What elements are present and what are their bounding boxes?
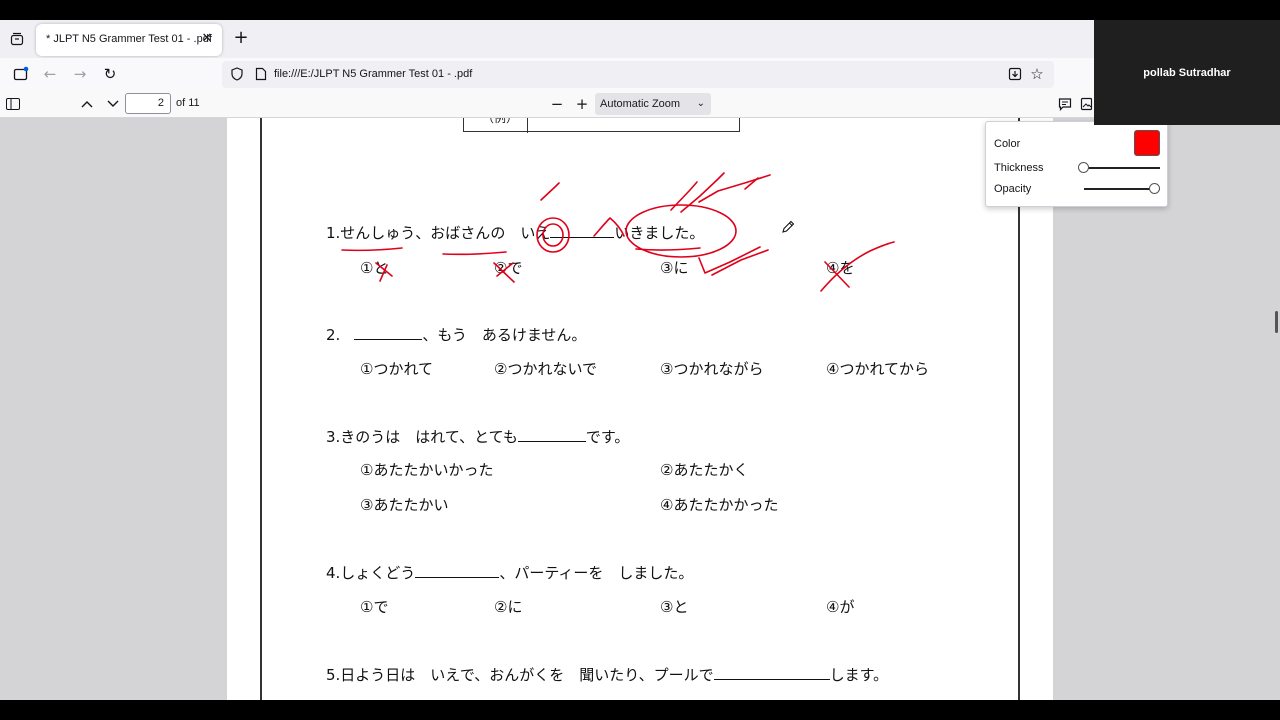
active-tab[interactable]: * JLPT N5 Grammer Test 01 - .pdf ✕	[36, 24, 222, 56]
navigation-bar: ← → ↻ file:///E:/JLPT N5 Grammer Test 01…	[0, 58, 1094, 90]
question-1-option-4: ④を	[826, 259, 855, 277]
question-1-tail: いきました。	[614, 224, 705, 242]
presenter-name: pollab Sutradhar	[1143, 67, 1231, 79]
bookmark-star-icon[interactable]: ☆	[1028, 65, 1046, 83]
tab-list-icon[interactable]	[6, 28, 28, 50]
close-tab-icon[interactable]: ✕	[198, 30, 216, 48]
sidebar-toggle-icon[interactable]	[12, 65, 30, 83]
back-arrow-icon[interactable]: ←	[41, 65, 59, 83]
question-1: 1.せんしゅう、おばさんの いえ いきました。	[326, 222, 704, 243]
opacity-slider-knob[interactable]	[1149, 183, 1160, 194]
example-label: （例）	[482, 118, 519, 125]
download-icon[interactable]	[1006, 65, 1024, 83]
question-4-stem: 4.しょくどう	[326, 564, 416, 582]
url-text: file:///E:/JLPT N5 Grammer Test 01 - .pd…	[274, 68, 473, 80]
question-4-blank	[415, 564, 500, 578]
question-5-tail: します。	[829, 666, 889, 684]
thickness-slider-knob[interactable]	[1078, 162, 1089, 173]
question-1-option-1: ①と	[360, 259, 389, 277]
page-border-left	[260, 118, 262, 700]
tab-title: * JLPT N5 Grammer Test 01 - .pdf	[46, 33, 212, 45]
question-3-blank	[517, 428, 586, 442]
presenter-video-tile: pollab Sutradhar	[1094, 20, 1280, 125]
question-5: 5.日よう日は いえで、おんがくを 聞いたり、プールで します。	[326, 664, 888, 685]
question-3-tail: です。	[585, 428, 630, 446]
pencil-cursor-icon	[782, 220, 795, 233]
question-2-option-4: ④つかれてから	[826, 360, 929, 378]
question-1-option-2: ②で	[494, 259, 523, 277]
chevron-down-icon: ⌄	[696, 98, 705, 109]
ink-editor-panel: Color Thickness Opacity	[985, 121, 1168, 207]
question-2-number: 2.	[326, 326, 341, 344]
question-2-option-1: ①つかれて	[360, 360, 433, 378]
page-count: of 11	[176, 97, 200, 109]
question-3-option-2: ②あたたかく	[660, 461, 749, 479]
question-1-stem: 1.せんしゅう、おばさんの いえ	[326, 224, 551, 242]
question-3-option-4: ④あたたかかった	[660, 496, 779, 514]
shield-icon[interactable]	[228, 65, 246, 83]
question-2-blank	[354, 326, 423, 340]
question-3-stem: 3.きのうは はれて、とても	[326, 428, 518, 446]
question-4-option-1: ①で	[360, 598, 389, 616]
question-5-blank	[713, 666, 830, 680]
question-4-option-2: ②に	[494, 598, 523, 616]
new-tab-button[interactable]: +	[232, 29, 250, 48]
zoom-value: Automatic Zoom	[600, 98, 681, 110]
question-3-option-1: ①あたたかいかった	[360, 461, 494, 479]
thickness-label: Thickness	[994, 162, 1044, 174]
sidebar-panel-icon[interactable]	[4, 95, 22, 113]
bottom-letterbox	[0, 700, 1280, 720]
previous-page-icon[interactable]	[78, 95, 96, 113]
forward-arrow-icon[interactable]: →	[71, 65, 89, 83]
comment-icon[interactable]	[1056, 95, 1074, 113]
question-4-option-4: ④が	[826, 598, 855, 616]
question-2-tail: 、もう あるけません。	[422, 326, 587, 344]
question-2-option-2: ②つかれないで	[494, 360, 597, 378]
url-bar[interactable]: file:///E:/JLPT N5 Grammer Test 01 - .pd…	[222, 61, 1054, 88]
question-3-option-3: ③あたたかい	[360, 496, 449, 514]
question-2-option-3: ③つかれながら	[660, 360, 764, 378]
tab-strip: * JLPT N5 Grammer Test 01 - .pdf ✕ +	[0, 20, 1094, 58]
example-box: （例）	[463, 118, 740, 133]
question-3: 3.きのうは はれて、とても です。	[326, 426, 629, 447]
pdf-toolbar: 2 of 11 − + Automatic Zoom ⌄	[0, 90, 1094, 118]
next-page-icon[interactable]	[104, 95, 122, 113]
scrollbar-thumb[interactable]	[1275, 311, 1278, 333]
question-4-option-3: ③と	[660, 598, 689, 616]
question-5-stem: 5.日よう日は いえで、おんがくを 聞いたり、プールで	[326, 666, 714, 684]
reload-icon[interactable]: ↻	[101, 65, 119, 83]
zoom-in-button[interactable]: +	[573, 95, 591, 113]
question-4-tail: 、パーティーを しました。	[499, 564, 694, 582]
color-label: Color	[994, 138, 1021, 150]
top-letterbox	[0, 0, 1280, 20]
question-1-blank	[550, 224, 615, 238]
question-2: 2. 、もう あるけません。	[326, 324, 586, 345]
pdf-page	[227, 118, 1053, 700]
color-swatch[interactable]	[1134, 130, 1160, 156]
opacity-slider[interactable]	[1084, 183, 1160, 194]
question-1-option-3: ③に	[660, 259, 689, 277]
example-box-divider	[527, 118, 528, 133]
thickness-slider[interactable]	[1078, 162, 1160, 173]
opacity-label: Opacity	[994, 183, 1032, 195]
zoom-select[interactable]: Automatic Zoom ⌄	[595, 93, 711, 115]
page-icon	[252, 65, 270, 83]
question-4: 4.しょくどう 、パーティーを しました。	[326, 562, 693, 583]
page-number-input[interactable]: 2	[125, 93, 171, 114]
zoom-out-button[interactable]: −	[548, 95, 566, 113]
